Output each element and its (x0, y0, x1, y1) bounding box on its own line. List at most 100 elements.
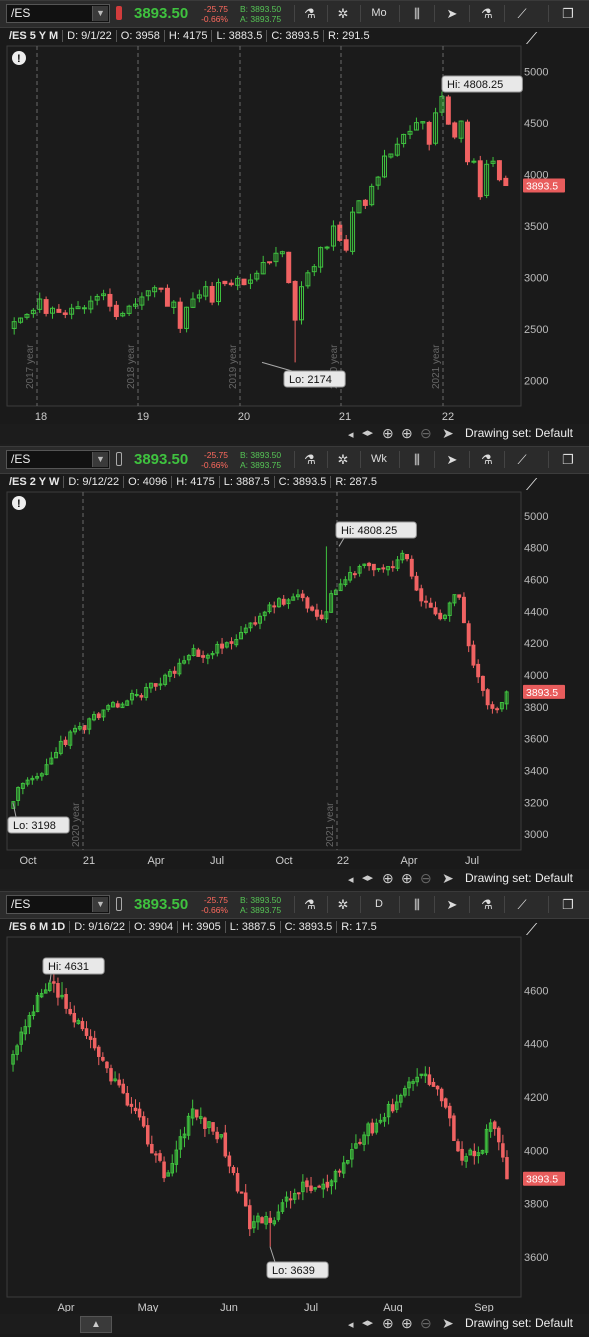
candle-body (211, 1122, 215, 1132)
candle-body (158, 1153, 162, 1161)
candle-body (223, 1132, 228, 1157)
candle-body (376, 567, 381, 570)
candle-body (476, 663, 481, 678)
collapse-button[interactable]: ▲ (80, 1316, 112, 1333)
zoom-in-icon[interactable]: ⊕ (401, 425, 413, 442)
candle-body (68, 1008, 72, 1015)
candle-body (405, 553, 409, 560)
candle-body (286, 251, 292, 284)
candle-body (150, 1143, 154, 1154)
price-tag-label: 3893.5 (526, 687, 558, 699)
expand-icon[interactable]: ◂▸ (362, 1316, 373, 1329)
x-tick-label: 19 (137, 411, 149, 421)
candle-body (495, 708, 500, 711)
candle-body (317, 1185, 321, 1188)
candle-body (426, 121, 432, 145)
candle-body (121, 1083, 126, 1094)
candle-body (203, 1117, 207, 1129)
drawing-set-label[interactable]: Drawing set: Default (465, 1316, 573, 1330)
y-tick-label: 3000 (524, 829, 548, 841)
candle-body (390, 566, 395, 569)
chart-tools-icon: ⟋ (526, 31, 538, 48)
y-tick-label: 4600 (524, 575, 548, 587)
x-tick-label: Apr (147, 855, 164, 867)
y-tick-label: 3800 (524, 1199, 548, 1211)
candle-body (435, 1085, 440, 1090)
candle-body (241, 278, 247, 286)
y-tick-label: 3500 (524, 221, 548, 233)
y-tick-label: 4500 (524, 118, 548, 130)
x-tick-label: 21 (83, 855, 95, 867)
candle-body (260, 1217, 264, 1224)
candle-body (433, 607, 438, 615)
candle-body (438, 612, 443, 620)
candle-body (362, 199, 368, 206)
candle-body (62, 312, 68, 315)
candle-body (457, 594, 462, 598)
y-tick-label: 4200 (524, 638, 548, 650)
candle-body (305, 1180, 309, 1188)
drawing-set-label[interactable]: Drawing set: Default (465, 871, 573, 885)
y-tick-label: 3000 (524, 272, 548, 284)
pointer-icon[interactable]: ➤ (442, 425, 454, 442)
drawing-set-label[interactable]: Drawing set: Default (465, 426, 573, 440)
candle-body (222, 280, 228, 285)
chart-svg[interactable]: 20002500300035004000450050002017 year 201… (0, 1, 589, 421)
candle-body (314, 609, 319, 617)
plot-area (6, 491, 522, 851)
candle-body (485, 689, 490, 706)
zoom-out-icon[interactable]: ⊖ (420, 425, 432, 442)
chart-svg[interactable]: 3000 3200 3400 3600 3800 4000 4200 4400 4600 4800… (0, 447, 589, 867)
candle-body (141, 1116, 146, 1127)
candle-body (367, 562, 372, 567)
x-tick-label: Oct (19, 855, 36, 867)
candle-body (56, 308, 62, 313)
candle-body (96, 713, 101, 719)
zoom-in-icon[interactable]: ⊕ (401, 870, 413, 887)
chart-bottom-bar: ▲ ◂ ◂▸ ⊕ ⊕ ⊖ ➤ Drawing set: Default (0, 1314, 589, 1334)
candle-body (337, 1170, 342, 1173)
y-tick-label: 3600 (524, 734, 548, 746)
y-tick-label: 3800 (524, 702, 548, 714)
candle-body (209, 286, 215, 303)
x-tick-label: Apr (400, 855, 417, 867)
x-tick-label: 21 (339, 411, 351, 421)
y-tick-label: 4400 (524, 1039, 548, 1051)
candle-body (490, 704, 495, 709)
period-label: 2021 year (431, 344, 442, 389)
chart-bottom-bar: ◂ ◂▸ ⊕ ⊕ ⊖ ➤ Drawing set: Default (0, 869, 589, 889)
pointer-icon[interactable]: ➤ (442, 870, 454, 887)
x-tick-label: Aug (383, 1302, 403, 1312)
candle-body (428, 602, 433, 608)
candle-body (215, 1131, 219, 1140)
crosshair-icon[interactable]: ⊕ (382, 425, 394, 442)
scroll-left-icon[interactable]: ◂ (348, 873, 354, 886)
scroll-left-icon[interactable]: ◂ (348, 428, 354, 441)
zoom-out-icon[interactable]: ⊖ (420, 1315, 432, 1332)
alert-icon-mark: ! (17, 498, 21, 510)
candle-body (96, 1046, 101, 1057)
pointer-icon[interactable]: ➤ (442, 1315, 454, 1332)
x-tick-label: May (138, 1302, 159, 1312)
candle-body (501, 1143, 505, 1158)
candle-body (227, 1155, 232, 1167)
zoom-out-icon[interactable]: ⊖ (420, 870, 432, 887)
crosshair-icon[interactable]: ⊕ (382, 1315, 394, 1332)
price-tag-label: 3893.5 (526, 1174, 558, 1186)
chart-panel-6m-daily: /ES ▼ 3893.50 -25.75 -0.66% B: 3893.50 A: 3… (0, 891, 589, 1337)
candle-body (52, 981, 56, 984)
candle-body (153, 683, 158, 687)
lo-bubble-label: Lo: 2174 (289, 374, 332, 386)
candle-body (505, 1157, 509, 1180)
scroll-left-icon[interactable]: ◂ (348, 1318, 354, 1331)
candle-body (461, 596, 466, 624)
candle-body (267, 261, 273, 264)
candle-body (145, 1125, 150, 1145)
expand-icon[interactable]: ◂▸ (362, 426, 373, 439)
chart-svg[interactable]: 3600 3800 4000 4200 4400 4600 Apr May Jun Jul Aug S… (0, 892, 589, 1312)
crosshair-icon[interactable]: ⊕ (382, 870, 394, 887)
y-tick-label: 2500 (524, 324, 548, 336)
expand-icon[interactable]: ◂▸ (362, 871, 373, 884)
zoom-in-icon[interactable]: ⊕ (401, 1315, 413, 1332)
candle-body (248, 1205, 252, 1230)
